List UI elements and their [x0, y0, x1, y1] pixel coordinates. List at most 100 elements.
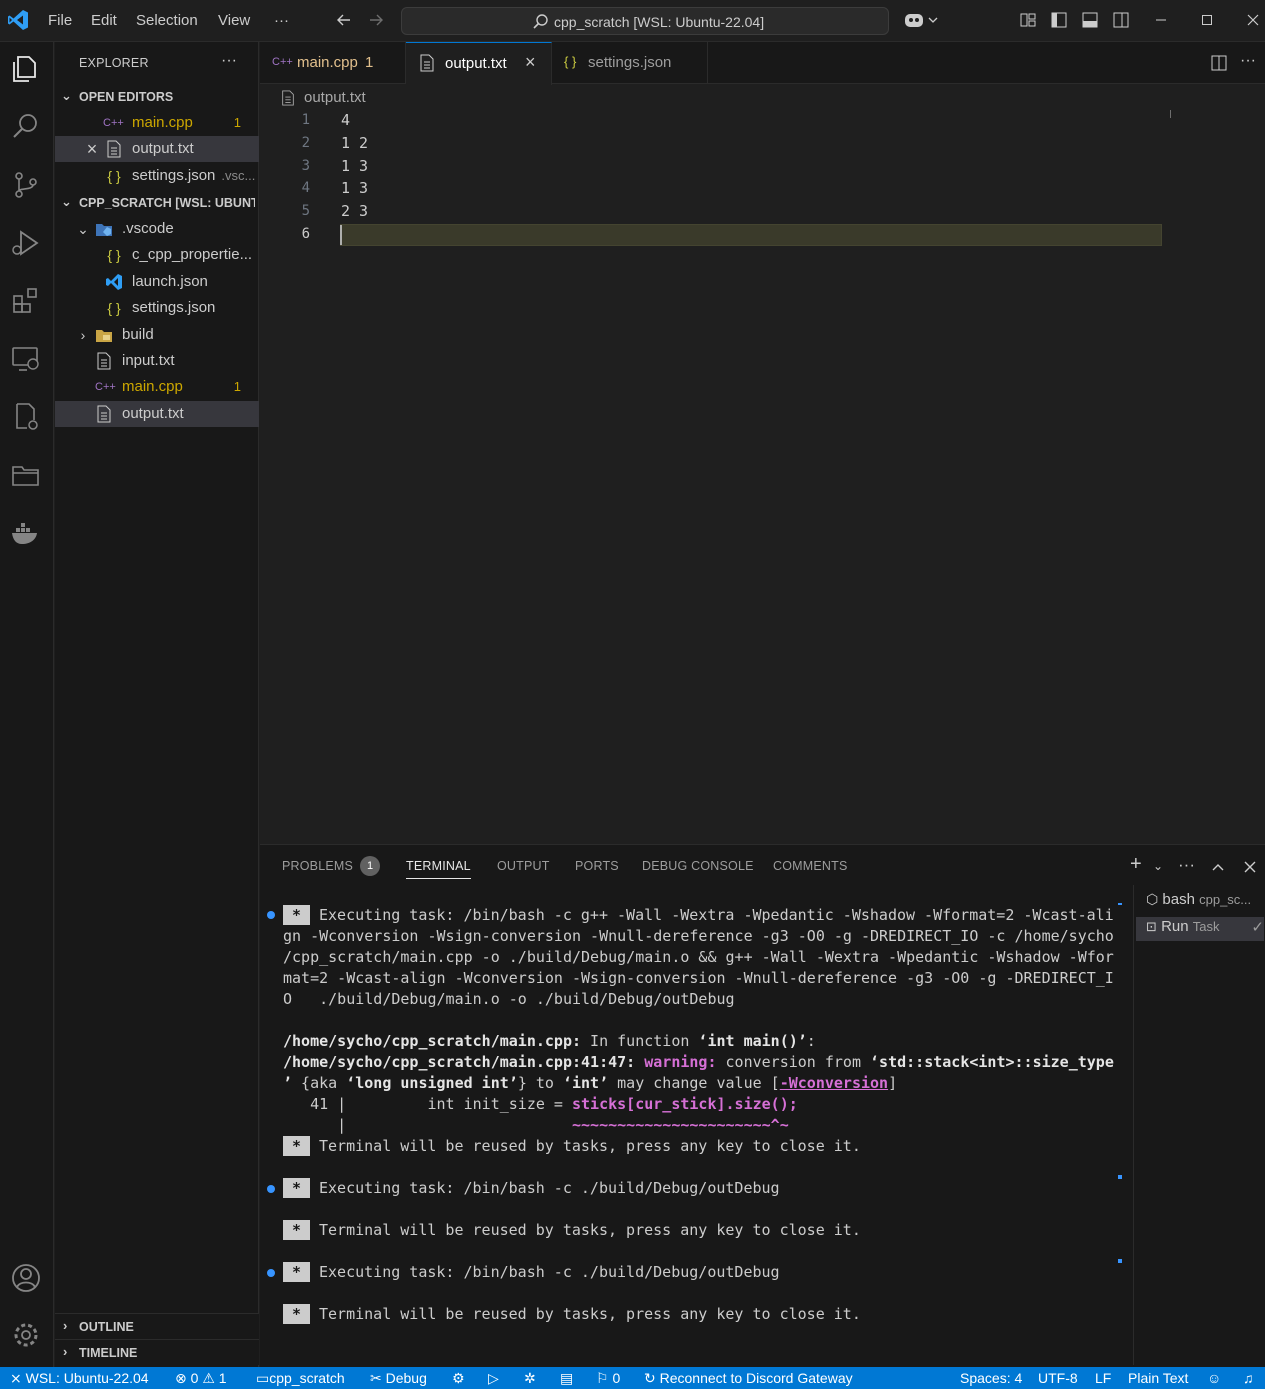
open-editors-header[interactable]: ⌄ OPEN EDITORS — [55, 84, 259, 110]
language-mode-indicator[interactable]: Plain Text — [1128, 1370, 1188, 1386]
customize-layout-icon[interactable] — [1018, 10, 1038, 30]
terminal-list-item-bash[interactable]: ⬡ bash cpp_sc... — [1146, 891, 1251, 908]
tree-item-settings-json[interactable]: { } settings.json — [55, 295, 259, 321]
outline-section[interactable]: › OUTLINE — [55, 1313, 259, 1339]
debug-indicator[interactable]: ✂ Debug — [370, 1370, 427, 1387]
tree-item-vscode-folder[interactable]: ⌄ .vscode — [55, 216, 259, 242]
back-arrow-icon[interactable] — [334, 10, 354, 30]
sidebar-more-icon[interactable]: ··· — [221, 52, 237, 70]
folder-indicator[interactable]: ▭cpp_scratch — [256, 1370, 345, 1387]
timeline-section[interactable]: › TIMELINE — [55, 1339, 259, 1365]
remote-icon: ⨯ — [10, 1370, 22, 1386]
editor-more-actions-icon[interactable]: ··· — [1240, 52, 1256, 70]
scrollbar-marker — [1118, 1175, 1122, 1179]
chevron-down-icon[interactable]: ⌄ — [1153, 859, 1163, 873]
terminal-list-item-run-task[interactable]: ⊡ Run Task ✓ — [1136, 917, 1264, 941]
panel-more-actions-icon[interactable]: ··· — [1178, 855, 1195, 875]
tree-item-input-txt[interactable]: input.txt — [55, 348, 259, 374]
panel-tab-ports[interactable]: PORTS — [575, 859, 619, 873]
panel-tab-output[interactable]: OUTPUT — [497, 859, 550, 873]
command-decoration-icon[interactable] — [267, 911, 275, 919]
open-editor-settings-json[interactable]: { } settings.json .vsc... — [55, 163, 259, 189]
tab-main-cpp[interactable]: C++ main.cpp 1 — [260, 42, 406, 84]
terminal-output[interactable]: * Executing task: /bin/bash -c g++ -Wall … — [260, 895, 1130, 1365]
open-editor-label: settings.json — [132, 167, 216, 184]
run-debug-icon[interactable] — [9, 226, 43, 260]
folder-icon[interactable] — [9, 458, 43, 492]
toggle-secondary-sidebar-icon[interactable] — [1111, 10, 1131, 30]
discord-indicator[interactable]: ↻ Reconnect to Discord Gateway — [644, 1370, 853, 1387]
menu-more[interactable]: ··· — [274, 12, 289, 29]
trash-icon[interactable]: ▤ — [560, 1370, 573, 1387]
command-decoration-icon[interactable] — [267, 1269, 275, 1277]
copilot-icon[interactable] — [903, 10, 939, 30]
menu-view[interactable]: View — [218, 12, 250, 29]
tree-item-output-txt[interactable]: output.txt — [55, 401, 259, 427]
forward-arrow-icon[interactable] — [366, 10, 386, 30]
tree-item-main-cpp[interactable]: C++ main.cpp 1 — [55, 374, 259, 400]
line-number: 6 — [301, 226, 310, 242]
docker-icon[interactable] — [9, 516, 43, 550]
minimap-slider[interactable] — [1170, 110, 1171, 118]
remote-explorer-icon[interactable] — [9, 342, 43, 376]
tab-label: output.txt — [445, 55, 507, 72]
explorer-icon[interactable] — [9, 51, 43, 85]
chevron-down-icon: ⌄ — [77, 221, 89, 237]
terminal-line: * Executing task: /bin/bash -c g++ -Wall … — [283, 905, 1114, 926]
remote-indicator[interactable]: ⨯ WSL: Ubuntu-22.04 — [10, 1370, 149, 1387]
warning-flag-link[interactable]: -Wconversion — [780, 1074, 888, 1092]
run-icon[interactable]: ▷ — [488, 1370, 499, 1387]
vscode-logo-icon — [8, 10, 28, 30]
tree-item-launch-json[interactable]: launch.json — [55, 269, 259, 295]
panel-tab-comments[interactable]: COMMENTS — [773, 859, 848, 873]
indentation-indicator[interactable]: Spaces: 4 — [960, 1370, 1022, 1386]
ports-indicator[interactable]: ⚐ 0 — [596, 1370, 620, 1387]
terminal-line: gn -Wconversion -Wsign-conversion -Wnull… — [283, 927, 1114, 945]
close-icon[interactable]: × — [83, 139, 101, 159]
settings-gear-icon[interactable]: ⚙ — [452, 1370, 465, 1387]
workspace-header[interactable]: ⌄ CPP_SCRATCH [WSL: UBUNTU-22.04] — [55, 190, 259, 216]
source-control-icon[interactable] — [9, 168, 43, 202]
menu-selection[interactable]: Selection — [136, 12, 198, 29]
testing-icon[interactable] — [9, 400, 43, 434]
panel-tab-debug-console[interactable]: DEBUG CONSOLE — [642, 859, 754, 873]
split-editor-icon[interactable] — [1210, 54, 1228, 72]
breadcrumb-file[interactable]: output.txt — [304, 89, 366, 106]
copilot-status-icon[interactable]: ☺ — [1207, 1370, 1221, 1386]
close-panel-icon[interactable] — [1242, 859, 1258, 875]
panel-tab-terminal[interactable]: TERMINAL — [406, 859, 471, 879]
encoding-indicator[interactable]: UTF-8 — [1038, 1370, 1078, 1386]
code-line: 1 3 — [341, 157, 369, 175]
toggle-panel-icon[interactable] — [1080, 10, 1100, 30]
problems-indicator[interactable]: ⊗ 0 ⚠ 1 — [175, 1370, 227, 1387]
manage-gear-icon[interactable] — [9, 1318, 43, 1352]
search-view-icon[interactable] — [9, 109, 43, 143]
open-editor-label: main.cpp — [132, 114, 193, 131]
tree-item-build-folder[interactable]: › build — [55, 322, 259, 348]
panel-tab-problems[interactable]: PROBLEMS — [282, 859, 353, 873]
eol-indicator[interactable]: LF — [1095, 1370, 1111, 1386]
command-center[interactable]: cpp_scratch [WSL: Ubuntu-22.04] — [401, 7, 889, 35]
open-editor-main-cpp[interactable]: C++ main.cpp 1 — [55, 110, 259, 136]
tab-output-txt[interactable]: output.txt × — [406, 42, 552, 85]
menu-file[interactable]: File — [48, 12, 72, 29]
toggle-primary-sidebar-icon[interactable] — [1049, 10, 1069, 30]
terminal-line: * Terminal will be reused by tasks, press… — [283, 1136, 861, 1157]
tab-close-icon[interactable]: × — [525, 52, 536, 73]
open-editor-output-txt[interactable]: × output.txt — [55, 136, 259, 162]
maximize-panel-icon[interactable] — [1210, 859, 1226, 875]
maximize-icon[interactable] — [1197, 10, 1217, 30]
tree-item-c-cpp-properties[interactable]: { } c_cpp_propertie... — [55, 242, 259, 268]
notifications-bell-icon[interactable]: ♫ — [1243, 1370, 1254, 1386]
debug-bug-icon[interactable]: ✲ — [524, 1370, 536, 1387]
command-decoration-icon[interactable] — [267, 1185, 275, 1193]
close-window-icon[interactable] — [1243, 10, 1263, 30]
tab-settings-json[interactable]: { } settings.json — [552, 42, 708, 84]
activity-bar — [0, 42, 54, 1367]
text-editor[interactable]: 1 2 3 4 5 6 4 1 2 1 3 1 3 2 3 — [260, 108, 1265, 844]
new-terminal-icon[interactable]: + — [1130, 853, 1142, 876]
accounts-icon[interactable] — [9, 1261, 43, 1295]
menu-edit[interactable]: Edit — [91, 12, 117, 29]
extensions-icon[interactable] — [9, 284, 43, 318]
minimize-icon[interactable] — [1151, 10, 1171, 30]
